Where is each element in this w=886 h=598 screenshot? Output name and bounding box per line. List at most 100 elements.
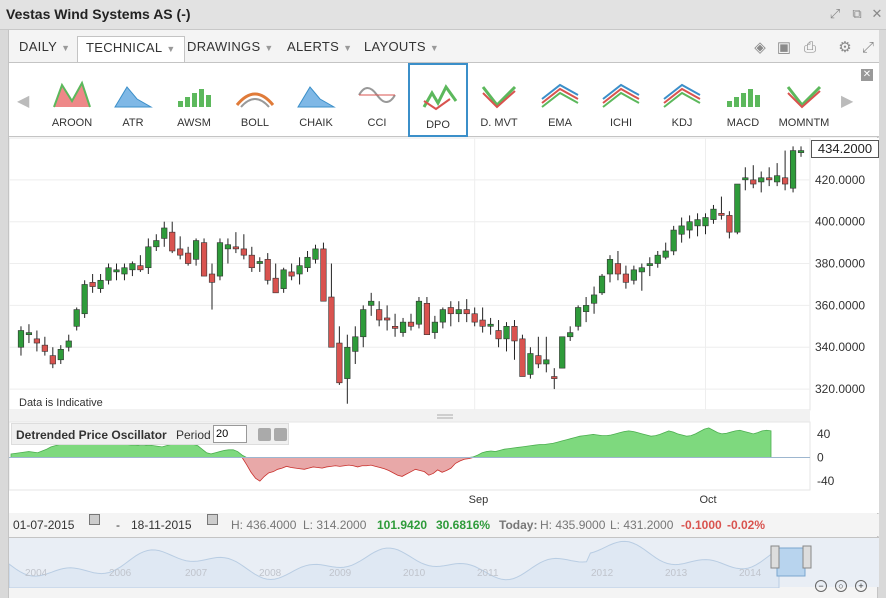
fullscreen-icon[interactable]: ⤢	[859, 40, 877, 56]
scroll-left-icon[interactable]: ◀	[17, 91, 29, 111]
last-price-tag: 434.2000	[811, 140, 879, 158]
calendar-icon[interactable]	[89, 514, 100, 525]
indicator-macd[interactable]: MACD	[713, 63, 773, 136]
date-from[interactable]: 01-07-2015	[13, 514, 74, 536]
navigator-handle-right	[802, 545, 812, 569]
menu-drawings[interactable]: DRAWINGS ▼	[179, 36, 282, 60]
indicator-cci[interactable]: CCI	[347, 63, 407, 136]
indicator-dpo[interactable]: DPO	[408, 63, 468, 137]
menu-layouts-label: LAYOUTS	[364, 39, 426, 54]
candle	[519, 334, 526, 377]
indicator-label: CHAIK	[299, 117, 333, 129]
y-tick-label: 420.0000	[815, 173, 865, 187]
chevron-down-icon: ▼	[61, 43, 71, 53]
today-change-pct: -0.02%	[727, 518, 766, 532]
indicator-label: AROON	[51, 117, 93, 129]
indicator-aroon[interactable]: AROON	[42, 63, 102, 136]
navigator[interactable]: 2004 2006 2007 2008 2009 2010 2011 2012 2013 2014	[9, 537, 879, 588]
candle	[216, 238, 224, 281]
indicator-kdj[interactable]: KDJ	[652, 63, 712, 136]
menu-layouts[interactable]: LAYOUTS ▼	[356, 36, 447, 60]
y-tick-label: 380.0000	[815, 257, 865, 271]
candle	[598, 274, 606, 295]
candle	[200, 238, 208, 277]
indicator-icon	[178, 89, 211, 107]
candle	[789, 146, 797, 193]
indicator-boll[interactable]: BOLL	[225, 63, 285, 136]
gear-icon[interactable]: ⚙	[836, 40, 854, 56]
navigator-year-label: 2006	[109, 568, 132, 579]
indicator-ichi[interactable]: ICHI	[591, 63, 651, 136]
indicator-label: EMA	[548, 117, 572, 129]
menu-technical[interactable]: TECHNICAL ▼	[77, 36, 185, 63]
layers-icon[interactable]: ◈	[751, 40, 769, 56]
zoom-in-icon[interactable]: +	[855, 580, 867, 592]
delete-icon[interactable]	[274, 428, 287, 441]
date-to[interactable]: 18-11-2015	[131, 514, 192, 536]
navigator-chart[interactable]	[9, 538, 879, 588]
today-change: -0.1000	[681, 518, 722, 532]
navigator-year-label: 2008	[259, 568, 282, 579]
settings-icon[interactable]	[258, 428, 271, 441]
range-high: H: 436.4000	[231, 518, 297, 532]
navigator-year-label: 2011	[477, 568, 499, 579]
indicator-icon	[358, 87, 396, 103]
navigator-year-label: 2014	[739, 568, 762, 579]
indicator-dmvt[interactable]: D. MVT	[469, 63, 529, 136]
navigator-year-label: 2010	[403, 568, 426, 579]
zoom-out-icon[interactable]: −	[815, 580, 827, 592]
y-tick-label: 360.0000	[815, 298, 865, 312]
navigator-year-label: 2009	[329, 568, 352, 579]
menu-technical-label: TECHNICAL	[86, 40, 163, 55]
price-chart[interactable]: 420.0000 400.0000 380.0000 360.0000 340.0000…	[9, 138, 879, 513]
indicator-label: CCI	[367, 117, 387, 129]
print-icon[interactable]: ⎙	[801, 40, 819, 56]
indicator-bar: ◀ AROON ATR AWSM BOLL CHAIK CCI DPO D. MVT EMA IC…	[9, 62, 879, 137]
close-icon[interactable]: ✕	[870, 7, 884, 21]
price-plot-frame	[9, 138, 811, 411]
dpo-panel-header: Detrended Price Oscillator Period	[11, 423, 289, 445]
indicator-label: D. MVT	[480, 117, 518, 129]
calendar-icon[interactable]	[207, 514, 218, 525]
indicator-icon	[481, 85, 517, 109]
title-bar: Vestas Wind Systems AS (-) ⤢ ⧉ ✕	[0, 0, 886, 30]
indicator-icon	[235, 92, 275, 108]
x-tick-label: Oct	[700, 494, 717, 506]
indicator-label: ICHI	[610, 117, 632, 129]
navigator-window	[776, 547, 806, 577]
indicator-icon	[786, 85, 822, 109]
indicator-icon	[663, 83, 701, 108]
candle	[415, 297, 423, 329]
window-title: Vestas Wind Systems AS (-)	[6, 6, 191, 22]
menu-alerts[interactable]: ALERTS ▼	[279, 36, 360, 60]
indicator-atr[interactable]: ATR	[103, 63, 163, 136]
dpo-y-tick-label: 40	[817, 427, 831, 441]
indicator-icon	[114, 86, 153, 108]
chart-area[interactable]: 420.0000 400.0000 380.0000 360.0000 340.0000…	[9, 138, 879, 513]
indicator-label: MOMNTM	[778, 117, 830, 129]
menu-bar: DAILY ▼ TECHNICAL ▼ DRAWINGS ▼ ALERTS ▼ LAYO…	[9, 30, 879, 63]
navigator-year-label: 2007	[185, 568, 208, 579]
navigator-handle-left	[770, 545, 780, 569]
candle	[81, 280, 88, 318]
indicator-icon	[53, 80, 91, 108]
indicator-icon	[727, 89, 760, 107]
indicator-ema[interactable]: EMA	[530, 63, 590, 136]
indicator-chaik[interactable]: CHAIK	[286, 63, 346, 136]
indicator-awsm[interactable]: AWSM	[164, 63, 224, 136]
popout-icon[interactable]: ⧉	[850, 7, 864, 21]
range-low: L: 314.2000	[303, 518, 367, 532]
scroll-right-icon[interactable]: ▶	[841, 91, 853, 111]
navigator-area	[9, 540, 780, 588]
close-icon[interactable]: ✕	[861, 69, 873, 81]
indicator-icon	[297, 86, 336, 108]
zoom-reset-icon[interactable]: ○	[835, 580, 847, 592]
image-icon[interactable]: ▣	[775, 40, 793, 56]
menu-drawings-label: DRAWINGS	[187, 39, 261, 54]
indicator-momntm[interactable]: MOMNTM	[774, 63, 834, 136]
indicator-icon	[602, 83, 640, 108]
period-input[interactable]	[213, 425, 247, 443]
menu-daily[interactable]: DAILY ▼	[11, 36, 78, 60]
panel-divider	[9, 410, 810, 422]
expand-icon[interactable]: ⤢	[828, 7, 842, 21]
